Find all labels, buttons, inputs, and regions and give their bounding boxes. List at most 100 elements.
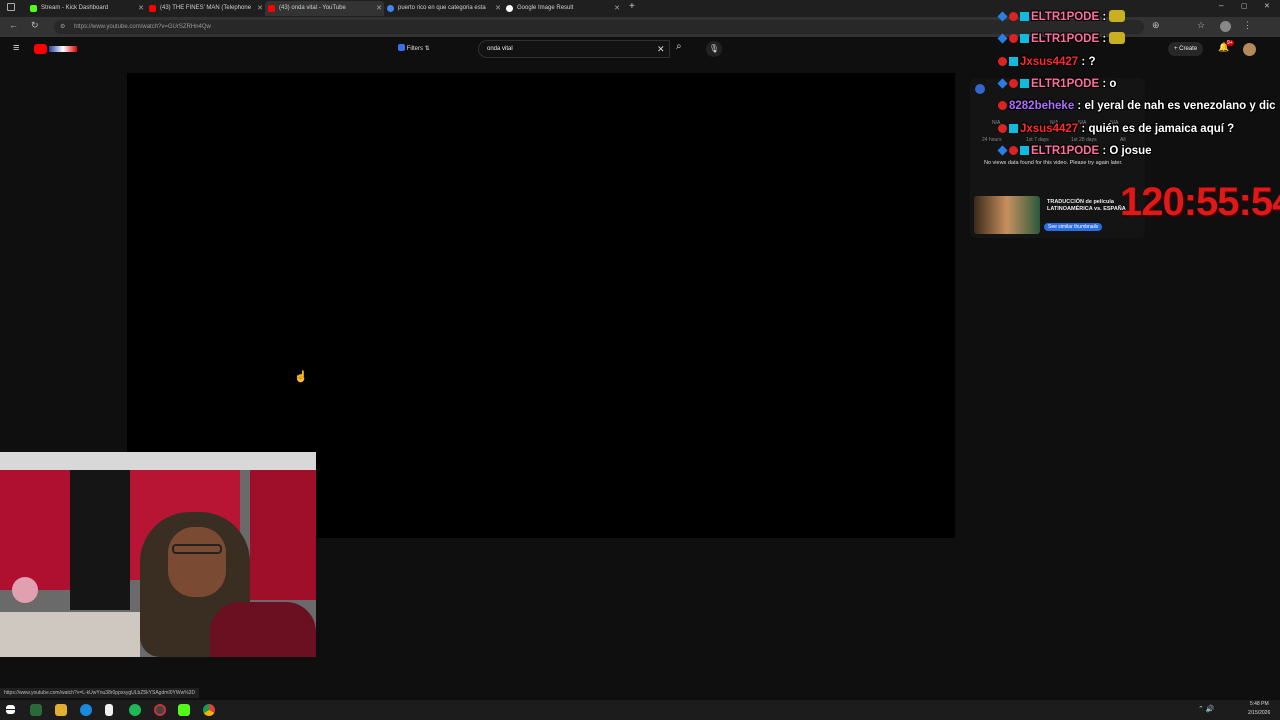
notification-badge: 9+ [1226, 40, 1234, 46]
gift-badge-icon [1020, 34, 1029, 43]
youtube-favicon-icon [268, 5, 275, 12]
cube-badge-icon [997, 33, 1008, 44]
obs-icon[interactable] [154, 704, 166, 716]
video-thumbnail[interactable] [974, 196, 1040, 234]
hand-cursor-icon: ☝ [294, 371, 308, 383]
google-favicon-icon [506, 5, 513, 12]
mic-icon[interactable]: 🎙 [706, 41, 722, 57]
channel-icon[interactable] [975, 84, 985, 94]
stream-timer: 120:55:54 [1120, 180, 1280, 224]
account-avatar[interactable] [1243, 43, 1256, 56]
more-menu-icon[interactable]: ⋮ [1243, 20, 1252, 31]
streamer-face [168, 527, 226, 597]
tab-title: (43) onda vital - YouTube [279, 5, 346, 11]
tab-title: Stream - Kick Dashboard [41, 5, 109, 11]
search-value: onda vital [487, 46, 513, 52]
youtube-favicon-icon [149, 5, 156, 12]
similar-thumbnails-button[interactable]: See similar thumbnails [1044, 223, 1103, 231]
filters-icon [398, 44, 405, 51]
chat-username: Jxsus4427 [1020, 123, 1079, 135]
kick-favicon-icon [30, 5, 37, 12]
tab-kick-dashboard[interactable]: Stream - Kick Dashboard ✕ [27, 1, 146, 16]
edge-browser-icon[interactable] [80, 704, 92, 716]
chat-message: 8282beheke : el yeral de nah es venezola… [998, 98, 1276, 114]
emote-icon [1109, 10, 1126, 22]
chat-username: 8282beheke [1009, 100, 1075, 112]
chat-text: quién es de jamaica aquí ? [1088, 123, 1235, 135]
maximize-icon[interactable]: ▢ [1241, 2, 1248, 10]
address-url: https://www.youtube.com/watch?v=GUrSZRHn… [74, 24, 211, 30]
reload-icon[interactable]: ↻ [31, 20, 39, 31]
chat-username: ELTR1PODE [1031, 145, 1100, 157]
tab-fines-man[interactable]: (43) THE FINES' MAN (Telephone ✕ [146, 1, 265, 16]
windows-start-icon[interactable] [6, 705, 15, 714]
tab-title: Google Image Result [517, 5, 574, 11]
chrome-icon[interactable] [203, 704, 215, 716]
bookmark-star-icon[interactable]: ☆ [1197, 20, 1205, 31]
gift-badge-icon [1020, 79, 1029, 88]
tab-title: (43) THE FINES' MAN (Telephone [160, 5, 252, 11]
minimize-icon[interactable]: – [1219, 1, 1223, 10]
no-views-message: No views data found for this video. Plea… [984, 160, 1123, 166]
notepad-icon[interactable] [105, 704, 113, 716]
cube-badge-icon [997, 145, 1008, 156]
emote-icon [1109, 32, 1126, 44]
kick-app-icon[interactable] [178, 704, 190, 716]
chat-text: el yeral de nah es venezolano y dic [1084, 100, 1276, 112]
close-tab-icon[interactable]: ✕ [257, 1, 263, 16]
chat-message: ELTR1PODE : [997, 9, 1126, 25]
black-curtain [70, 470, 130, 610]
window-menu-icon[interactable] [7, 3, 15, 11]
search-icon[interactable]: ⌕ [676, 41, 682, 52]
chat-message: ELTR1PODE : o [997, 76, 1116, 92]
file-explorer-icon[interactable] [55, 704, 67, 716]
terminal-app-icon[interactable] [30, 704, 42, 716]
chat-message: Jxsus4427 : quién es de jamaica aquí ? [998, 121, 1234, 137]
taskbar-time: 5:48 PM [1250, 701, 1269, 707]
hamburger-menu-icon[interactable]: ≡ [13, 42, 19, 54]
webcam-ceiling [0, 452, 316, 470]
profile-avatar[interactable] [1220, 21, 1231, 32]
tab-title: puerto rico en que categoria esta [398, 5, 486, 11]
google-search-favicon-icon [387, 5, 394, 12]
red-badge-icon [1009, 34, 1018, 43]
close-window-icon[interactable]: ✕ [1264, 2, 1270, 10]
close-tab-icon[interactable]: ✕ [614, 1, 620, 16]
chat-username: ELTR1PODE [1031, 11, 1100, 23]
youtube-logo[interactable] [34, 44, 78, 54]
system-tray-icons[interactable]: ⌃ 🔊 [1198, 705, 1215, 713]
chat-username: ELTR1PODE [1031, 33, 1100, 45]
clear-search-icon[interactable]: ✕ [657, 41, 665, 57]
close-tab-icon[interactable]: ✕ [376, 1, 382, 16]
create-button[interactable]: + Create [1168, 42, 1204, 56]
gift-badge-icon [1009, 57, 1018, 66]
tab-puerto-rico-search[interactable]: puerto rico en que categoria esta ✕ [384, 1, 503, 16]
create-label: Create [1179, 46, 1198, 52]
filters-label: Filters [406, 46, 424, 52]
close-tab-icon[interactable]: ✕ [495, 1, 501, 16]
pink-fan [12, 577, 38, 603]
bed-sheet [0, 612, 140, 657]
windows-taskbar: ⌃ 🔊 5:48 PM 2/15/2026 [0, 700, 1280, 720]
filters-button[interactable]: Filters ⇅ [398, 43, 430, 55]
tab-google-image[interactable]: Google Image Result ✕ [503, 1, 622, 16]
red-badge-icon [1009, 146, 1018, 155]
new-tab-icon[interactable]: + [629, 1, 635, 12]
extensions-icon[interactable]: ⊕ [1152, 20, 1160, 31]
back-icon[interactable]: ← [9, 20, 18, 30]
close-tab-icon[interactable]: ✕ [138, 1, 144, 16]
gift-badge-icon [1020, 12, 1029, 21]
chat-text: O josue [1109, 145, 1152, 157]
webcam-overlay [0, 452, 316, 657]
spotify-icon[interactable] [129, 704, 141, 716]
tab-onda-vital[interactable]: (43) onda vital - YouTube ✕ [265, 1, 384, 16]
glasses [172, 544, 222, 554]
chat-text: ? [1088, 56, 1096, 68]
address-bar[interactable]: ⚙ https://www.youtube.com/watch?v=GUrSZR… [54, 20, 1144, 34]
search-input[interactable]: onda vital ✕ [478, 40, 670, 58]
site-info-icon[interactable]: ⚙ [60, 20, 65, 34]
red-curtain-left [0, 470, 70, 590]
gift-badge-icon [1009, 124, 1018, 133]
chat-username: Jxsus4427 [1020, 56, 1079, 68]
red-badge-icon [998, 124, 1007, 133]
